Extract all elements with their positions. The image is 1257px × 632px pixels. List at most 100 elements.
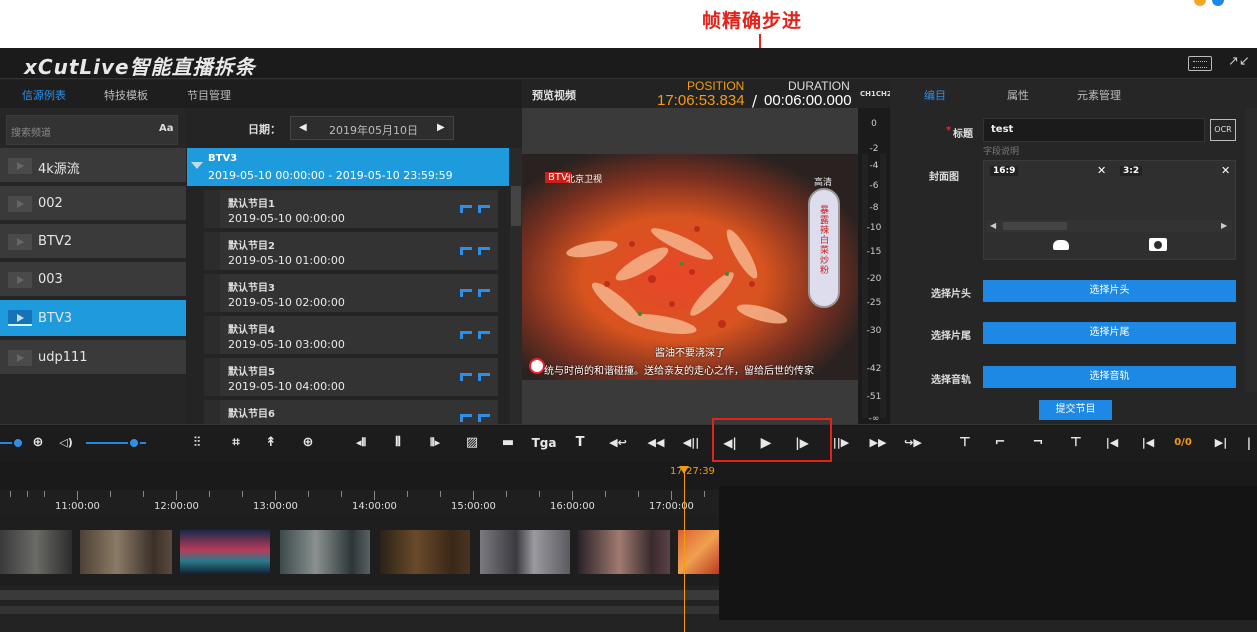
text-icon[interactable]: T <box>570 433 590 453</box>
clip-thumbnail[interactable] <box>380 530 470 574</box>
ruler-tick <box>308 491 309 497</box>
tga-button[interactable]: Tga <box>530 433 558 453</box>
playhead-line[interactable] <box>684 466 685 632</box>
shrink-icon[interactable]: ◂⦀ <box>347 433 375 453</box>
scroll-right-icon[interactable]: ▶ <box>1221 221 1227 230</box>
match-case-button[interactable]: Aa <box>159 123 174 134</box>
scroll-left-icon[interactable]: ◀ <box>990 221 996 230</box>
tab-program-management[interactable]: 节目管理 <box>187 87 231 103</box>
source-label: BTV2 <box>38 234 73 249</box>
fullscreen-icon[interactable]: ↗↙ <box>1228 54 1250 69</box>
clip-thumbnail[interactable] <box>80 530 172 574</box>
select-head-button[interactable]: 选择片头 <box>983 280 1236 302</box>
select-audio-button[interactable]: 选择音轨 <box>983 366 1236 388</box>
hatch-icon[interactable]: ▨ <box>460 433 484 453</box>
jog-back-icon[interactable]: ◀|| <box>676 433 706 453</box>
clip-thumbnail[interactable] <box>480 530 570 574</box>
date-next-icon[interactable]: ▶ <box>437 122 445 133</box>
ruler-tick <box>176 491 177 500</box>
ruler-label: 12:00:00 <box>154 501 199 512</box>
tab-elements[interactable]: 元素管理 <box>1077 87 1121 103</box>
audio-track-1[interactable] <box>0 590 719 600</box>
program-bar <box>204 316 220 354</box>
mark-in-icon[interactable]: ⌐ <box>990 433 1010 453</box>
clip-thumbnail[interactable] <box>180 530 270 574</box>
required-mark: * <box>946 125 952 136</box>
audio-track-2[interactable] <box>0 606 719 614</box>
timeline-empty-area[interactable] <box>719 486 1257 620</box>
go-end-icon[interactable]: ▶| <box>1210 433 1232 453</box>
back-to-in-icon[interactable]: ◀↩ <box>603 433 633 453</box>
volume-icon[interactable]: ◁) <box>52 433 80 453</box>
collapse-icon[interactable] <box>191 162 203 169</box>
ruler-tick <box>27 491 28 497</box>
screen: 帧精确步进 xCutLive智能直播拆条 ↗↙ 信源例表 特技模板 节目管理 预… <box>0 0 1257 632</box>
cover-scrollbar-thumb[interactable] <box>1003 222 1067 230</box>
preview-label: 预览视频 <box>532 89 576 102</box>
program-range-icon[interactable] <box>458 331 492 341</box>
close-icon[interactable]: ✕ <box>1097 164 1106 177</box>
clip-thumbnail[interactable] <box>280 530 370 574</box>
fast-forward-icon[interactable]: ▶▶ <box>866 433 890 453</box>
tab-catalog[interactable]: 编目 <box>924 87 946 103</box>
title-field[interactable] <box>983 118 1205 142</box>
split-icon[interactable]: ⦀ <box>386 433 410 453</box>
video-source-icon <box>8 310 32 326</box>
ruler-label: 16:00:00 <box>550 501 595 512</box>
tab-source-list[interactable]: 信源例表 <box>22 87 66 103</box>
zoom-slider-knob[interactable] <box>12 437 24 449</box>
to-out-icon[interactable]: ↪▶ <box>898 433 928 453</box>
video-corner-logo <box>529 358 545 374</box>
ruler-tick <box>704 491 705 497</box>
ruler-tick <box>440 491 441 497</box>
date-prev-icon[interactable]: ◀ <box>299 122 307 133</box>
keyboard-icon[interactable] <box>1188 56 1212 71</box>
tab-properties[interactable]: 属性 <box>1007 87 1029 103</box>
tab-effect-templates[interactable]: 特技模板 <box>104 87 148 103</box>
program-time: 2019-05-10 03:00:00 <box>228 338 345 351</box>
source-label: 002 <box>38 196 63 211</box>
ocr-button[interactable]: OCR <box>1210 119 1236 141</box>
program-range-icon[interactable] <box>458 247 492 257</box>
mixer-icon[interactable]: ⫶⫶ <box>185 433 209 453</box>
marker-remove-icon[interactable]: ⊤ <box>1064 433 1088 453</box>
ruler-tick <box>671 491 672 500</box>
camera-icon[interactable] <box>1149 238 1167 251</box>
marker-add-icon[interactable]: ⊤ <box>953 433 977 453</box>
position-timecode: 17:06:53.834 <box>657 92 745 109</box>
ruler-tick <box>10 491 11 497</box>
rewind-icon[interactable]: ◀◀ <box>644 433 668 453</box>
extend-icon[interactable]: ⦀▸ <box>421 433 449 453</box>
meter-tick: -42 <box>866 364 882 374</box>
toolbar-edge-icon[interactable]: | <box>1244 433 1254 453</box>
crop-icon[interactable]: ⌗ <box>224 433 248 453</box>
source-label: 003 <box>38 272 63 287</box>
program-title: 默认节目6 <box>228 409 275 420</box>
upload-icon[interactable] <box>1053 240 1069 250</box>
submit-button[interactable]: 提交节目 <box>1039 400 1112 420</box>
go-start-icon[interactable]: |◀ <box>1101 433 1123 453</box>
mark-out-icon[interactable]: ¬ <box>1028 433 1048 453</box>
program-scrollbar-thumb[interactable] <box>511 186 521 226</box>
program-range-icon[interactable] <box>458 289 492 299</box>
flip-horizontal-icon[interactable]: ↟ <box>259 433 283 453</box>
program-range-icon[interactable] <box>458 373 492 383</box>
volume-slider-knob[interactable] <box>128 437 140 449</box>
flip-vertical-icon[interactable]: ⊕ <box>296 433 320 453</box>
zoom-icon[interactable]: ⊕ <box>28 433 48 453</box>
catalog-scrollbar[interactable] <box>1245 108 1257 392</box>
audio-label: 选择音轨 <box>931 375 971 386</box>
program-range-icon[interactable] <box>458 205 492 215</box>
clip-thumbnail[interactable] <box>0 530 72 574</box>
close-icon[interactable]: ✕ <box>1221 164 1230 177</box>
clip-thumbnail[interactable] <box>578 530 670 574</box>
ruler-label: 11:00:00 <box>55 501 100 512</box>
program-time: 2019-05-10 01:00:00 <box>228 254 345 267</box>
ruler-label: 13:00:00 <box>253 501 298 512</box>
ruler-tick <box>605 491 606 497</box>
program-range-icon[interactable] <box>458 414 492 424</box>
select-tail-button[interactable]: 选择片尾 <box>983 322 1236 344</box>
go-prev-marker-icon[interactable]: |◀ <box>1137 433 1159 453</box>
corner-logo <box>1188 0 1248 6</box>
bar-icon[interactable]: ▬ <box>496 433 520 453</box>
